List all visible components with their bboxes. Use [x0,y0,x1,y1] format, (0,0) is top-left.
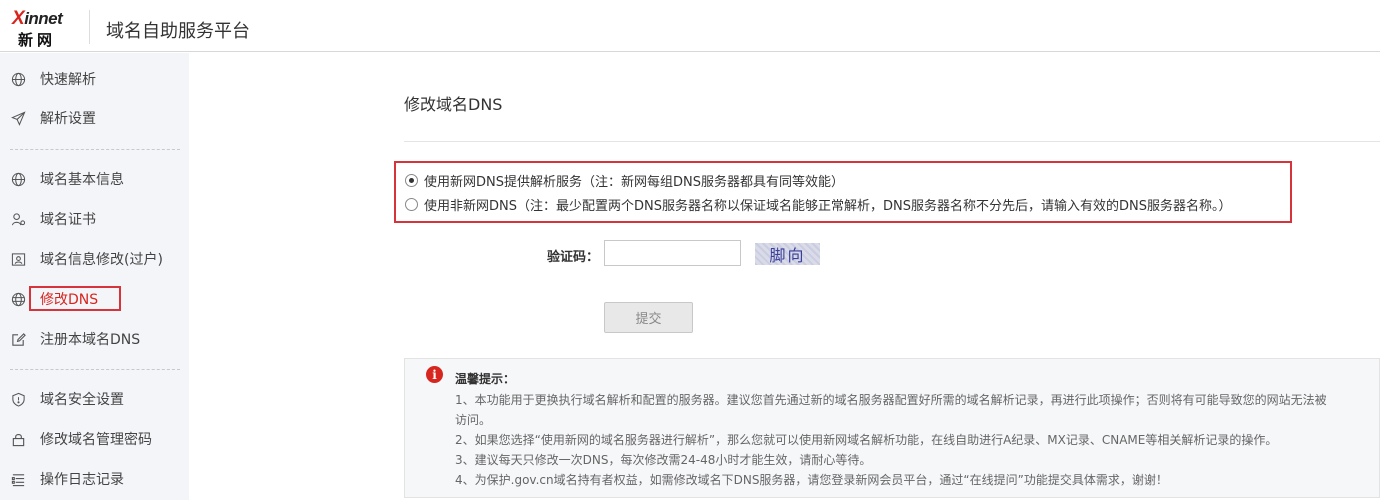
logo-wordmark: Xinnet [12,8,63,30]
send-icon [10,110,26,126]
xinnet-logo[interactable]: Xinnet 新网 [12,8,78,49]
shield-icon [10,391,26,407]
sidebar-item-label: 域名安全设置 [40,392,124,408]
globe-icon [10,71,26,87]
radio-xinnet-dns[interactable] [405,174,418,187]
sidebar-item-label: 域名信息修改(过户) [40,252,163,268]
logo-x-letter: X [12,8,25,29]
list-icon [10,471,26,487]
sidebar-item-domain-transfer[interactable]: 域名信息修改(过户) [0,242,189,276]
sidebar-item-domain-info[interactable]: 域名基本信息 [0,162,189,196]
platform-title: 域名自助服务平台 [106,21,250,42]
sidebar-item-label: 修改域名管理密码 [40,432,152,448]
sidebar-item-resolve-settings[interactable]: 解析设置 [0,101,189,135]
logo-chinese: 新网 [18,31,57,49]
sidebar-item-operation-log[interactable]: 操作日志记录 [0,462,189,496]
option-xinnet-dns[interactable]: 使用新网DNS提供解析服务（注：新网每组DNS服务器都具有同等效能） [405,171,844,190]
sidebar: 快速解析 解析设置 域名基本信息 域名证书 域名信息修改(过户) 修改DNS 注… [0,53,189,500]
dns-globe-icon [10,291,26,307]
captcha-text: 脚向 [769,246,806,265]
option-custom-dns[interactable]: 使用非新网DNS（注：最少配置两个DNS服务器名称以保证域名能够正常解析，DNS… [405,195,1231,214]
sidebar-item-label: 域名基本信息 [40,172,124,188]
top-header: Xinnet 新网 域名自助服务平台 [0,0,1380,52]
title-divider [404,141,1380,142]
page-title: 修改域名DNS [404,95,503,114]
tip-line: 2、如果您选择“使用新网的域名服务器进行解析”，那么您就可以使用新网域名解析功能… [455,433,1278,447]
sidebar-item-register-dns[interactable]: 注册本域名DNS [0,322,189,356]
sidebar-item-label: 操作日志记录 [40,472,124,488]
globe-icon [10,171,26,187]
header-divider [89,10,90,44]
sidebar-item-label: 解析设置 [40,111,96,127]
submit-button[interactable]: 提交 [604,302,693,333]
id-card-icon [10,251,26,267]
sidebar-item-domain-cert[interactable]: 域名证书 [0,202,189,236]
info-icon: i [426,366,443,383]
active-item-highlight [29,286,121,311]
captcha-input[interactable] [604,240,741,266]
option-label: 使用非新网DNS（注：最少配置两个DNS服务器名称以保证域名能够正常解析，DNS… [424,199,1232,214]
sidebar-item-security-settings[interactable]: 域名安全设置 [0,382,189,416]
sidebar-item-label: 域名证书 [40,212,96,228]
sidebar-divider [10,149,180,150]
lock-icon [10,431,26,447]
tip-line: 访问。 [455,413,492,427]
edit-icon [10,331,26,347]
sidebar-item-change-password[interactable]: 修改域名管理密码 [0,422,189,456]
logo-rest: innet [24,9,63,28]
captcha-label: 验证码： [547,250,600,265]
tip-line: 1、本功能用于更换执行域名解析和配置的服务器。建议您首先通过新的域名服务器配置好… [455,393,1327,407]
sidebar-divider [10,369,180,370]
radio-custom-dns[interactable] [405,198,418,211]
tip-line: 3、建议每天只修改一次DNS，每次修改需24-48小时才能生效，请耐心等待。 [455,453,872,467]
option-label: 使用新网DNS提供解析服务（注：新网每组DNS服务器都具有同等效能） [424,175,844,190]
tip-line: 4、为保护.gov.cn域名持有者权益，如需修改域名下DNS服务器，请您登录新网… [455,473,1168,487]
sidebar-item-quick-resolve[interactable]: 快速解析 [0,62,189,96]
sidebar-item-label: 快速解析 [40,72,96,88]
user-cert-icon [10,211,26,227]
captcha-image[interactable]: 脚向 [755,243,820,265]
sidebar-item-label: 注册本域名DNS [40,332,141,348]
tips-title: 温馨提示： [455,372,516,386]
